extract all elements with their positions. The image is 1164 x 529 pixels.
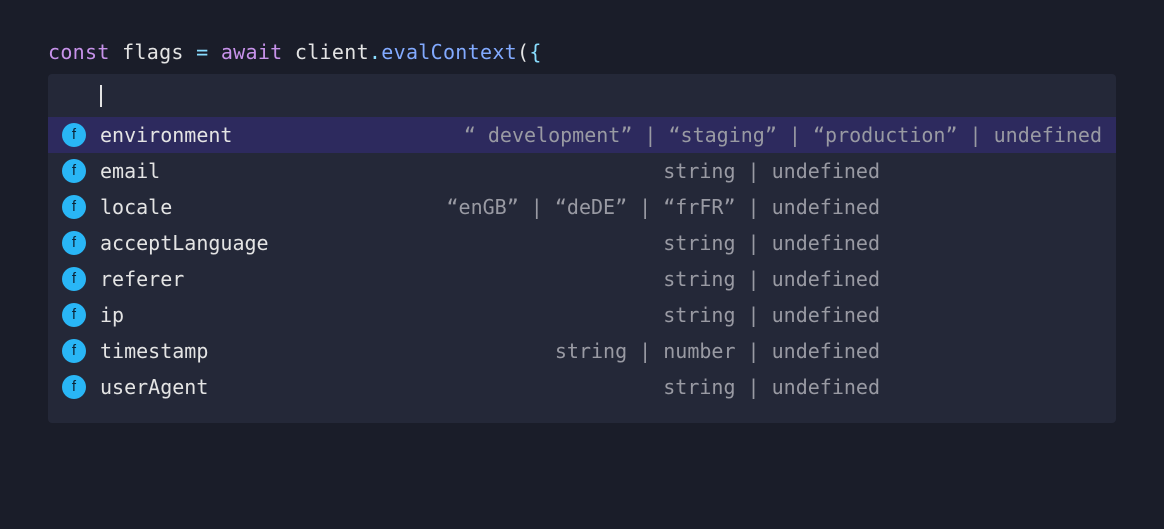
code-line: const flags = await client.evalContext({ xyxy=(48,40,1116,64)
suggestion-content: emailstring | undefined xyxy=(100,159,880,183)
suggestion-item[interactable]: f timestampstring | number | undefined xyxy=(48,333,1116,369)
suggestion-content: environment“ development” | “staging” | … xyxy=(100,123,1102,147)
suggestion-type: string | number | undefined xyxy=(228,339,880,363)
suggestion-name: acceptLanguage xyxy=(100,231,289,255)
field-icon: f xyxy=(62,123,86,147)
suggestion-list: f environment“ development” | “staging” |… xyxy=(48,117,1116,405)
suggestion-content: acceptLanguagestring | undefined xyxy=(100,231,880,255)
object-name: client xyxy=(295,40,369,64)
suggestion-name: timestamp xyxy=(100,339,228,363)
suggestion-name: referer xyxy=(100,267,204,291)
suggestion-content: userAgentstring | undefined xyxy=(100,375,880,399)
suggestion-content: ipstring | undefined xyxy=(100,303,880,327)
suggestion-content: locale“enGB” | “deDE” | “frFR” | undefin… xyxy=(100,195,880,219)
suggestion-type: string | undefined xyxy=(289,231,880,255)
suggestion-item[interactable]: femailstring | undefined xyxy=(48,153,1116,189)
suggestion-type: string | undefined xyxy=(180,159,880,183)
method-name: evalContext xyxy=(381,40,517,64)
text-cursor xyxy=(100,85,102,107)
field-icon: f xyxy=(62,303,86,327)
field-icon: f xyxy=(62,159,86,183)
open-paren: ( xyxy=(517,40,529,64)
open-brace: { xyxy=(529,40,541,64)
suggestion-name: ip xyxy=(100,303,144,327)
variable-name: flags xyxy=(122,40,184,64)
suggestion-name: locale xyxy=(100,195,192,219)
suggestion-name: environment xyxy=(100,123,252,147)
suggestion-type: “enGB” | “deDE” | “frFR” | undefined xyxy=(192,195,880,219)
suggestion-name: email xyxy=(100,159,180,183)
field-icon: f xyxy=(62,267,86,291)
suggestion-item[interactable]: f userAgentstring | undefined xyxy=(48,369,1116,405)
field-icon: f xyxy=(62,375,86,399)
suggestion-item[interactable]: flocale“enGB” | “deDE” | “frFR” | undefi… xyxy=(48,189,1116,225)
suggestion-content: refererstring | undefined xyxy=(100,267,880,291)
operator-equals: = xyxy=(196,40,208,64)
keyword-const: const xyxy=(48,40,110,64)
suggestion-item[interactable]: f acceptLanguagestring | undefined xyxy=(48,225,1116,261)
field-icon: f xyxy=(62,195,86,219)
cursor-line[interactable] xyxy=(48,74,1116,117)
suggestion-name: userAgent xyxy=(100,375,228,399)
suggestion-item[interactable]: fipstring | undefined xyxy=(48,297,1116,333)
suggestion-item[interactable]: f environment“ development” | “staging” |… xyxy=(48,117,1116,153)
field-icon: f xyxy=(62,339,86,363)
keyword-await: await xyxy=(221,40,283,64)
field-icon: f xyxy=(62,231,86,255)
autocomplete-panel: f environment“ development” | “staging” |… xyxy=(48,74,1116,423)
suggestion-type: string | undefined xyxy=(204,267,880,291)
suggestion-type: string | undefined xyxy=(228,375,880,399)
dot-operator: . xyxy=(369,40,381,64)
suggestion-content: timestampstring | number | undefined xyxy=(100,339,880,363)
suggestion-type: “ development” | “staging” | “production… xyxy=(252,123,1102,147)
suggestion-item[interactable]: f refererstring | undefined xyxy=(48,261,1116,297)
suggestion-type: string | undefined xyxy=(144,303,880,327)
